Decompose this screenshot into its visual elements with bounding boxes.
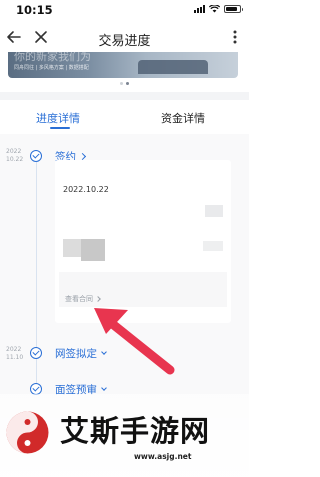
promo-banner[interactable]: 你的新家我们为 同舟同往 | 多风格方案 | 数据搭配	[8, 52, 238, 78]
banner-subtitle: 同舟同往 | 多风格方案 | 数据搭配	[14, 65, 89, 71]
chevron-right-icon	[78, 152, 87, 161]
battery-icon	[224, 5, 243, 13]
tab-progress-details[interactable]: 进度详情	[36, 110, 80, 126]
wifi-icon	[209, 5, 220, 13]
redacted-block	[81, 239, 105, 261]
status-time: 10:15	[16, 3, 53, 17]
watermark-url: www.asjg.net	[134, 452, 192, 461]
tab-fund-details[interactable]: 资金详情	[161, 110, 205, 126]
banner-headline: 你的新家我们为	[14, 52, 91, 63]
chevron-down-icon	[101, 385, 107, 391]
redacted-block	[205, 205, 223, 217]
nav-bar: 交易进度	[0, 24, 249, 52]
more-icon[interactable]	[229, 29, 241, 45]
tab-bar: 进度详情 资金详情	[0, 100, 249, 132]
status-icons	[194, 5, 243, 13]
site-logo-icon	[6, 411, 49, 454]
redacted-block	[203, 241, 223, 251]
carousel-dot	[120, 82, 123, 85]
carousel-dot-active	[126, 82, 129, 85]
tab-active-indicator	[50, 127, 70, 129]
page-title: 交易进度	[98, 34, 151, 49]
step-date: 2022 11.10	[6, 346, 24, 361]
check-circle-icon	[30, 347, 42, 359]
section-divider	[0, 92, 249, 100]
step-date: 2022 10.22	[6, 148, 24, 163]
timeline-line	[36, 162, 37, 362]
signal-icon	[194, 5, 205, 13]
annotation-arrow	[94, 308, 175, 375]
carousel-indicator	[0, 82, 249, 85]
redacted-block	[63, 239, 81, 257]
check-circle-icon	[30, 150, 42, 162]
status-bar: 10:15	[0, 0, 249, 20]
detail-date: 2022.10.22	[63, 185, 109, 194]
watermark: 艾斯手游网 www.asjg.net	[0, 394, 249, 477]
banner-image	[138, 60, 208, 74]
watermark-title: 艾斯手游网	[60, 414, 211, 448]
